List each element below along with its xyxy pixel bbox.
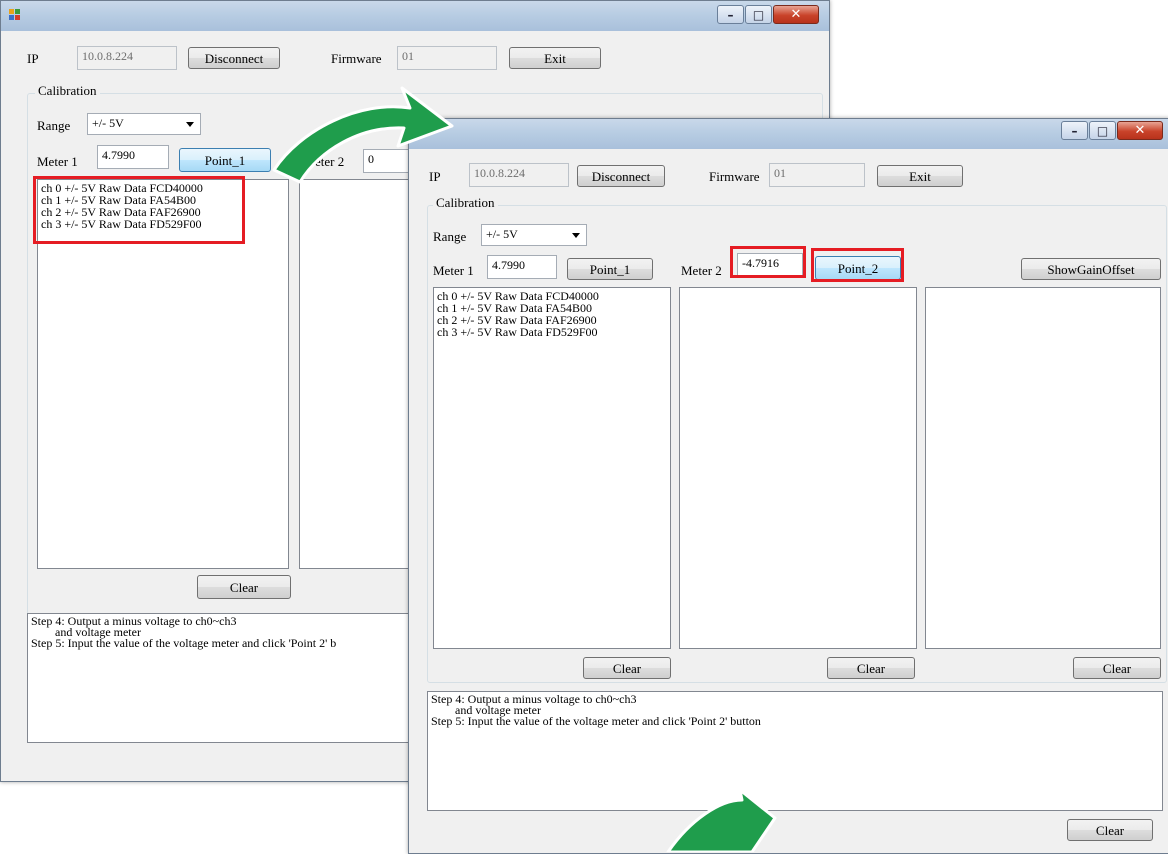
minimize-icon: –	[1071, 123, 1078, 138]
range-select-value: +/- 5V	[486, 227, 518, 241]
range-select[interactable]: +/- 5V	[481, 224, 587, 246]
firmware-label: Firmware	[709, 169, 760, 184]
meter1-label: Meter 1	[433, 263, 474, 278]
firmware-label: Firmware	[331, 51, 382, 66]
disconnect-button[interactable]: Disconnect	[577, 165, 665, 187]
app-icon	[9, 9, 21, 21]
list-item: ch 3 +/- 5V Raw Data FD529F00	[437, 325, 598, 339]
clear-button[interactable]: Clear	[197, 575, 291, 599]
range-select[interactable]: +/- 5V	[87, 113, 201, 135]
minimize-button[interactable]: –	[717, 5, 744, 24]
meter2-label: eter 2	[315, 154, 345, 169]
ip-field[interactable]: 10.0.8.224	[77, 46, 177, 70]
ip-field[interactable]: 10.0.8.224	[469, 163, 569, 187]
close-button[interactable]: ✕	[1117, 121, 1163, 140]
ip-label: IP	[429, 169, 441, 184]
meter1-label: Meter 1	[37, 154, 78, 169]
range-label: Range	[433, 229, 467, 244]
calibration-group-title: Calibration	[433, 195, 498, 211]
close-button[interactable]: ✕	[773, 5, 819, 24]
clear-button-1[interactable]: Clear	[583, 657, 671, 679]
gain-offset-list[interactable]	[925, 287, 1161, 649]
point2-data-list[interactable]	[679, 287, 917, 649]
maximize-button[interactable]: □	[1089, 121, 1116, 140]
exit-button[interactable]: Exit	[877, 165, 963, 187]
list-item: ch 3 +/- 5V Raw Data FD529F00	[41, 217, 202, 231]
close-icon: ✕	[1134, 123, 1146, 138]
range-select-value: +/- 5V	[92, 116, 124, 130]
front-titlebar: – □ ✕	[409, 119, 1168, 149]
maximize-icon: □	[752, 7, 765, 22]
firmware-field[interactable]: 01	[397, 46, 497, 70]
ip-label: IP	[27, 51, 39, 66]
meter2-input[interactable]: -4.7916	[737, 253, 803, 277]
point2-data-list[interactable]	[299, 179, 419, 569]
exit-button[interactable]: Exit	[509, 47, 601, 69]
point1-button[interactable]: Point_1	[567, 258, 653, 280]
back-titlebar: – □ ✕	[1, 1, 829, 31]
dropdown-arrow-icon	[186, 122, 194, 127]
front-window: – □ ✕ IP 10.0.8.224 Disconnect Firmware …	[408, 118, 1168, 854]
point1-button[interactable]: Point_1	[179, 148, 271, 172]
maximize-icon: □	[1096, 123, 1109, 138]
minimize-icon: –	[727, 7, 734, 22]
raw-data-list[interactable]: ch 0 +/- 5V Raw Data FCD40000 ch 1 +/- 5…	[37, 179, 289, 569]
calibration-group-title: Calibration	[35, 83, 100, 99]
meter1-input[interactable]: 4.7990	[97, 145, 169, 169]
meter2-label: Meter 2	[681, 263, 722, 278]
clear-button-2[interactable]: Clear	[827, 657, 915, 679]
firmware-field[interactable]: 01	[769, 163, 865, 187]
status-clear-button[interactable]: Clear	[1067, 819, 1153, 841]
status-line: Step 5: Input the value of the voltage m…	[431, 714, 761, 728]
status-line: Step 5: Input the value of the voltage m…	[31, 636, 337, 650]
minimize-button[interactable]: –	[1061, 121, 1088, 140]
disconnect-button[interactable]: Disconnect	[188, 47, 280, 69]
meter2-input[interactable]: 0	[363, 149, 413, 173]
clear-button-3[interactable]: Clear	[1073, 657, 1161, 679]
point2-button[interactable]: Point_2	[815, 256, 901, 280]
show-gain-offset-button[interactable]: ShowGainOffset	[1021, 258, 1161, 280]
raw-data-list[interactable]: ch 0 +/- 5V Raw Data FCD40000 ch 1 +/- 5…	[433, 287, 671, 649]
status-log[interactable]: Step 4: Output a minus voltage to ch0~ch…	[27, 613, 427, 743]
status-log[interactable]: Step 4: Output a minus voltage to ch0~ch…	[427, 691, 1163, 811]
meter1-input[interactable]: 4.7990	[487, 255, 557, 279]
dropdown-arrow-icon	[572, 233, 580, 238]
range-label: Range	[37, 118, 71, 133]
maximize-button[interactable]: □	[745, 5, 772, 24]
close-icon: ✕	[790, 7, 802, 22]
